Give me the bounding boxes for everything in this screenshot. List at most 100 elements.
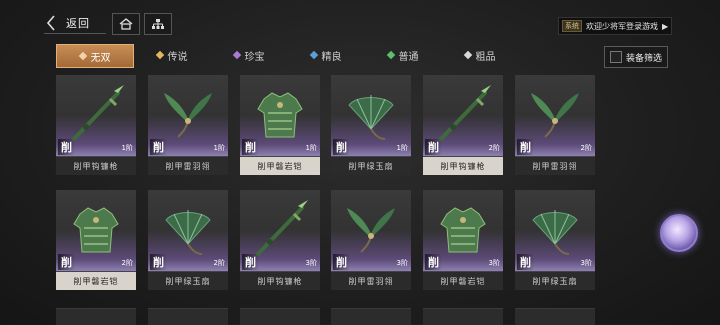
item-tier: 1阶: [213, 144, 225, 152]
item-tier: 3阶: [396, 259, 408, 267]
item-name: 削甲钩镰枪: [240, 271, 320, 290]
list-item-peek: [240, 308, 320, 325]
cut-mark-badge: 削: [58, 254, 75, 270]
equipment-card[interactable]: 削 3阶削甲雷羽翎: [331, 190, 411, 290]
fan-icon: [525, 198, 585, 262]
cut-mark-badge: 削: [333, 254, 350, 270]
cut-mark-badge: 削: [242, 254, 259, 270]
notice-text: 欢迎少将军登录游戏: [586, 21, 658, 31]
equipment-card[interactable]: 削 3阶削甲绿玉扇: [515, 190, 595, 290]
equipment-card[interactable]: 削 2阶削甲雷羽翎: [515, 75, 595, 175]
cut-mark-badge: 削: [517, 254, 534, 270]
list-item-peek: [331, 308, 411, 325]
cut-mark-badge: 削: [58, 139, 75, 155]
item-tier: 1阶: [396, 144, 408, 152]
armor-icon: [433, 198, 493, 262]
item-name: 削甲钩镰枪: [56, 156, 136, 175]
back-arrow-icon: [44, 13, 58, 33]
item-name: 削甲钩镰枪: [423, 156, 503, 175]
tab-label: 无双: [90, 52, 111, 64]
item-tier: 2阶: [213, 259, 225, 267]
cut-mark-badge: 削: [517, 139, 534, 155]
structure-button[interactable]: [144, 13, 172, 35]
equipment-card[interactable]: 削 1阶 削甲磐岩铠: [240, 75, 320, 175]
armor-icon: [66, 198, 126, 262]
spear-icon: [66, 83, 126, 147]
cut-mark-badge: 削: [150, 139, 167, 155]
tab-zhenbao[interactable]: 珍宝: [211, 44, 287, 66]
tab-putong[interactable]: 普通: [365, 44, 441, 66]
item-tier: 1阶: [121, 144, 133, 152]
rarity-diamond-icon: [386, 50, 395, 60]
equipment-card[interactable]: 削 2阶削甲钩镰枪: [423, 75, 503, 175]
rarity-diamond-icon: [232, 50, 241, 60]
equipment-filter-button[interactable]: 装备筛选: [604, 46, 668, 68]
filter-checkbox-icon: [609, 51, 622, 63]
equipment-card[interactable]: 削 2阶削甲绿玉扇: [148, 190, 228, 290]
cut-mark-badge: 削: [150, 254, 167, 270]
equipment-card[interactable]: 削 1阶削甲雷羽翎: [148, 75, 228, 175]
equipment-card[interactable]: 削 3阶削甲磐岩铠: [423, 190, 503, 290]
tab-label: 普通: [398, 51, 419, 63]
home-icon: [119, 18, 133, 30]
notice-arrow-icon: ▶: [662, 21, 669, 31]
item-name: 削甲磐岩铠: [56, 271, 136, 290]
rarity-diamond-icon: [155, 50, 164, 60]
item-name: 削甲雷羽翎: [331, 271, 411, 290]
list-item-peek: [148, 308, 228, 325]
tab-label: 传说: [167, 51, 188, 63]
armor-icon: [250, 83, 310, 147]
equipment-card[interactable]: 削 1阶削甲绿玉扇: [331, 75, 411, 175]
list-item-peek: [423, 308, 503, 325]
rarity-tabs: 无双 传说 珍宝 精良 普通 粗品: [56, 44, 616, 68]
item-tier: 2阶: [488, 144, 500, 152]
tab-label: 精良: [321, 51, 342, 63]
back-label: 返回: [66, 17, 90, 30]
tab-label: 粗品: [475, 51, 496, 63]
home-button[interactable]: [112, 13, 140, 35]
list-item-peek: [515, 308, 595, 325]
rarity-diamond-icon: [463, 50, 472, 60]
character-avatar-icon[interactable]: [660, 214, 698, 252]
item-tier: 3阶: [305, 259, 317, 267]
item-name: 削甲磐岩铠: [423, 271, 503, 290]
equipment-card[interactable]: 削 2阶削甲磐岩铠: [56, 190, 136, 290]
equipment-card[interactable]: 削 3阶削甲钩镰枪: [240, 190, 320, 290]
structure-icon: [152, 19, 164, 29]
item-name: 削甲绿玉扇: [331, 156, 411, 175]
notice-tag: 系统: [562, 20, 582, 32]
feather-plume-icon: [158, 83, 218, 147]
filter-label: 装备筛选: [625, 53, 662, 64]
item-name: 削甲绿玉扇: [148, 271, 228, 290]
back-button[interactable]: 返回: [44, 13, 106, 34]
item-name: 削甲雷羽翎: [515, 156, 595, 175]
tab-chuanshuo[interactable]: 传说: [134, 44, 210, 66]
feather-plume-icon: [341, 198, 401, 262]
item-tier: 2阶: [121, 259, 133, 267]
cut-mark-badge: 削: [425, 254, 442, 270]
tab-wushuang[interactable]: 无双: [56, 44, 134, 68]
fan-icon: [158, 198, 218, 262]
rarity-diamond-icon: [309, 50, 318, 60]
equipment-grid: 削 1阶 削甲钩镰枪削 1阶 削甲雷羽翎削 1阶 削甲磐岩铠削 1阶 削甲绿玉扇削 2阶 削甲钩镰枪…: [56, 75, 596, 324]
rarity-diamond-icon: [78, 51, 87, 61]
cut-mark-badge: 削: [425, 139, 442, 155]
list-item-peek: [56, 308, 136, 325]
item-tier: 3阶: [488, 259, 500, 267]
tab-cupin[interactable]: 粗品: [442, 44, 518, 66]
cut-mark-badge: 削: [242, 139, 259, 155]
system-notice[interactable]: 系统 欢迎少将军登录游戏 ▶: [558, 17, 672, 35]
tab-label: 珍宝: [244, 51, 265, 63]
fan-icon: [341, 83, 401, 147]
item-name: 削甲绿玉扇: [515, 271, 595, 290]
item-tier: 2阶: [580, 144, 592, 152]
feather-plume-icon: [525, 83, 585, 147]
spear-icon: [433, 83, 493, 147]
top-bar: 返回 系统 欢迎少将军登录游戏 ▶: [0, 0, 720, 42]
cut-mark-badge: 削: [333, 139, 350, 155]
item-tier: 3阶: [580, 259, 592, 267]
tab-jingliang[interactable]: 精良: [288, 44, 364, 66]
equipment-card[interactable]: 削 1阶削甲钩镰枪: [56, 75, 136, 175]
item-tier: 1阶: [305, 144, 317, 152]
item-name: 削甲雷羽翎: [148, 156, 228, 175]
